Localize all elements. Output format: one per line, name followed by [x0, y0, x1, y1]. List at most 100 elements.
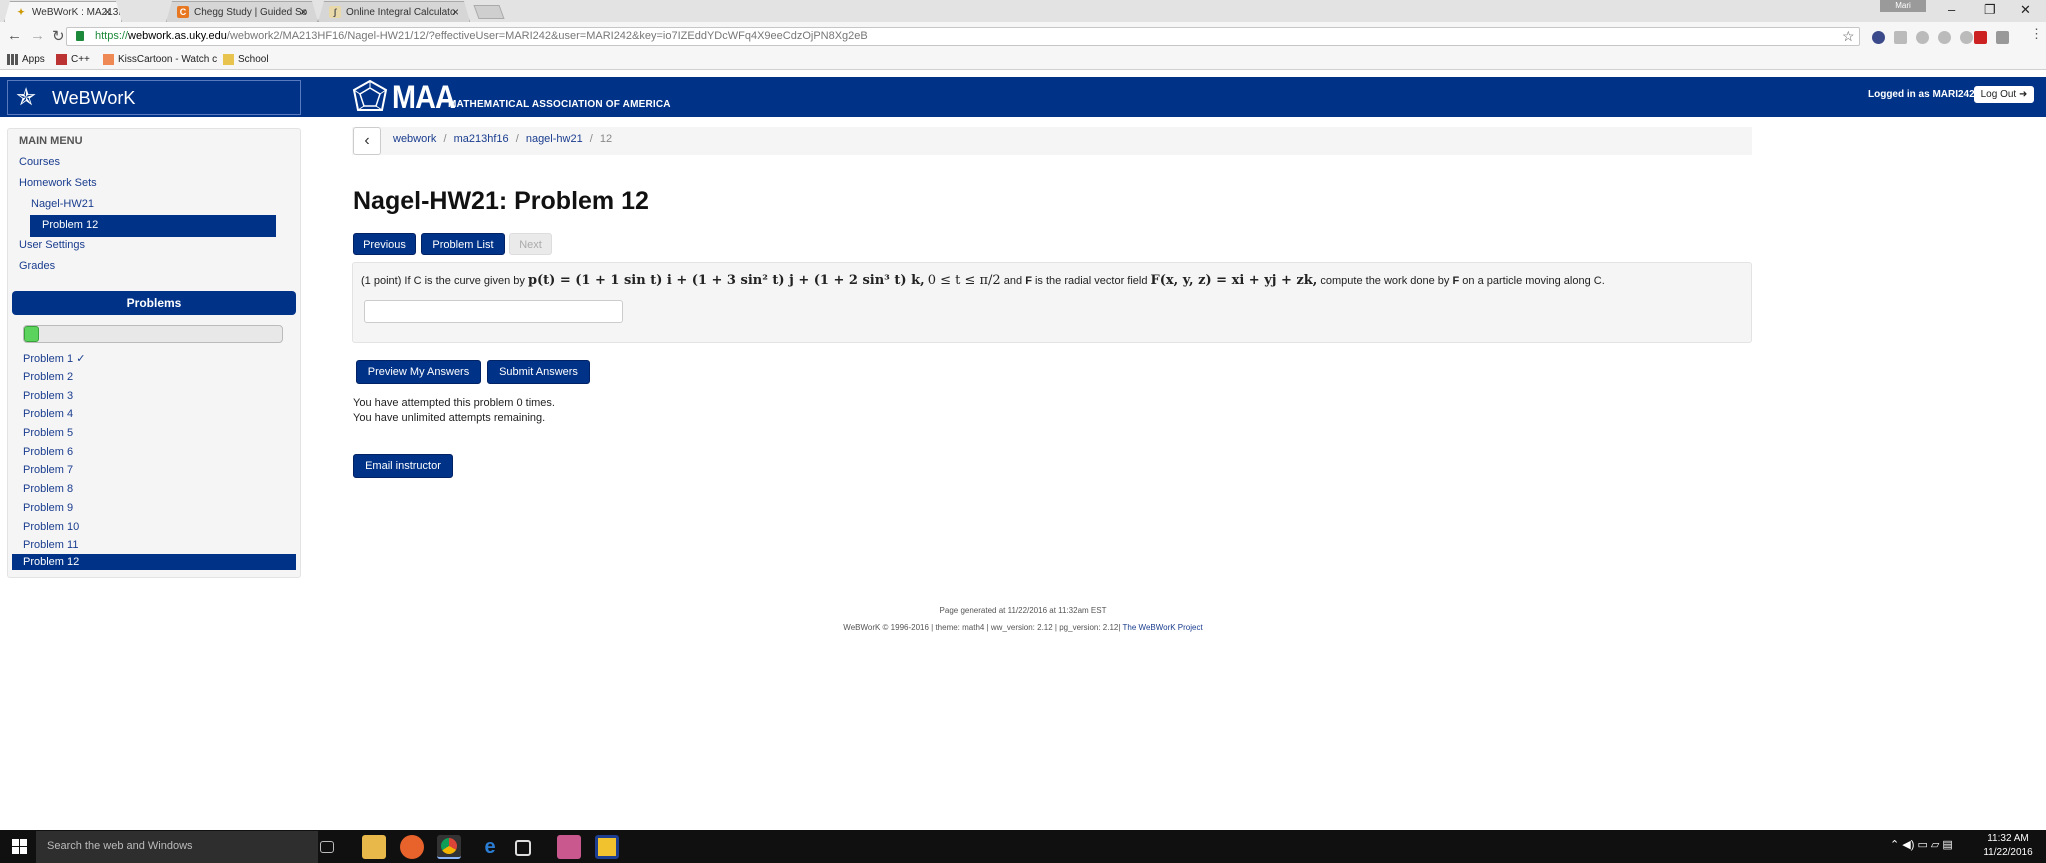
folder-icon: [223, 54, 234, 65]
extension-icon[interactable]: [1960, 31, 1973, 44]
problems-panel-title: Problems: [12, 291, 296, 315]
edge-icon[interactable]: e: [478, 835, 502, 859]
logged-in-label: Logged in as MARI242.: [1868, 89, 1978, 100]
sidebar-link-grades[interactable]: Grades: [19, 260, 55, 272]
breadcrumb-set[interactable]: nagel-hw21: [526, 133, 583, 145]
file-explorer-icon[interactable]: [362, 835, 386, 859]
parameter-range: 0 ≤ t ≤ π/2: [927, 273, 1001, 288]
extension-icon[interactable]: [1894, 31, 1907, 44]
problem-link-9[interactable]: Problem 9: [23, 502, 73, 514]
maa-icosahedron-icon: [352, 80, 388, 111]
problem-link-5[interactable]: Problem 5: [23, 427, 73, 439]
forward-arrow-icon[interactable]: →: [30, 27, 45, 44]
paint-app-icon[interactable]: [557, 835, 581, 859]
preview-answers-button[interactable]: Preview My Answers: [356, 360, 481, 384]
extension-block-icon[interactable]: [1872, 31, 1885, 44]
chegg-favicon-icon: C: [177, 6, 189, 18]
sidebar-link-current-problem[interactable]: Problem 12: [30, 215, 276, 237]
problem-link-10[interactable]: Problem 10: [23, 521, 79, 533]
new-tab-button[interactable]: [473, 5, 505, 19]
problem-link-1[interactable]: Problem 1 ✓: [23, 352, 85, 365]
problem-link-4[interactable]: Problem 4: [23, 408, 73, 420]
chrome-menu-icon[interactable]: ⋮: [2030, 26, 2043, 42]
problem-link-7[interactable]: Problem 7: [23, 464, 73, 476]
reload-icon[interactable]: ↻: [52, 27, 65, 45]
email-instructor-button[interactable]: Email instructor: [353, 454, 453, 478]
previous-button[interactable]: Previous: [353, 233, 416, 255]
sidebar-link-courses[interactable]: Courses: [19, 156, 60, 168]
browser-tab-chegg[interactable]: C Chegg Study | Guided So ×: [166, 1, 318, 22]
webwork-brand[interactable]: ✯ WeBWorK: [7, 80, 301, 115]
restore-icon[interactable]: ❐: [1984, 2, 1996, 18]
system-tray-icons[interactable]: ⌃ ◀) ▭ ▱ ▤: [1890, 838, 1953, 851]
webwork-project-link[interactable]: The WeBWorK Project: [1123, 623, 1203, 632]
url-host: webwork.as.uky.edu: [128, 30, 227, 42]
bookmark-kisscartoon[interactable]: KissCartoon - Watch c: [103, 54, 217, 65]
browser-tab-webwork[interactable]: ✦ WeBWorK : MA213HF16 ×: [4, 1, 122, 22]
apps-grid-icon: [7, 54, 18, 65]
problem-link-11[interactable]: Problem 11: [23, 539, 78, 551]
minimize-icon[interactable]: –: [1948, 2, 1955, 17]
store-icon[interactable]: [515, 840, 531, 856]
breadcrumb-course[interactable]: ma213hf16: [454, 133, 509, 145]
webwork-favicon-icon: ✦: [17, 7, 25, 17]
problem-link-2[interactable]: Problem 2: [23, 371, 73, 383]
breadcrumb-webwork[interactable]: webwork: [393, 133, 436, 145]
attempts-remaining-text: You have unlimited attempts remaining.: [353, 412, 546, 424]
sidebar-link-homework-sets[interactable]: Homework Sets: [19, 177, 97, 189]
tab-close-icon[interactable]: ×: [452, 5, 459, 19]
logout-arrow-icon: ➜: [2018, 89, 2028, 100]
webwork-star-logo-icon: ✯: [16, 84, 37, 111]
breadcrumb-separator: /: [589, 133, 593, 145]
bookmarks-bar: Apps C++ KissCartoon - Watch c School: [0, 50, 2046, 70]
problem-link-3[interactable]: Problem 3: [23, 390, 73, 402]
chrome-icon[interactable]: [437, 835, 461, 859]
problem-link-12-active[interactable]: Problem 12: [12, 554, 296, 570]
problem-link-6[interactable]: Problem 6: [23, 446, 73, 458]
answer-input[interactable]: [364, 300, 623, 323]
cast-icon[interactable]: [1996, 31, 2009, 44]
sidebar: MAIN MENU Courses Homework Sets Nagel-HW…: [7, 128, 301, 578]
address-bar[interactable]: https://webwork.as.uky.edu/webwork2/MA21…: [66, 27, 1860, 46]
curve-equation: p(t) = (1 + 1 sin t) i + (1 + 3 sin² t) …: [527, 273, 925, 288]
breadcrumb-trail: webwork / ma213hf16 / nagel-hw21 / 12: [393, 133, 612, 145]
sidebar-link-set[interactable]: Nagel-HW21: [31, 198, 94, 210]
bookmark-school[interactable]: School: [223, 54, 269, 65]
maa-full-name: MATHEMATICAL ASSOCIATION OF AMERICA: [448, 99, 671, 110]
url-scheme: https://: [95, 30, 129, 42]
tab-close-icon[interactable]: ×: [104, 5, 111, 19]
firefox-icon[interactable]: [400, 835, 424, 859]
bookmark-star-icon[interactable]: ☆: [1842, 28, 1855, 45]
clock-date: 11/22/2016: [1983, 847, 2033, 858]
submit-answers-button[interactable]: Submit Answers: [487, 360, 590, 384]
task-view-icon[interactable]: [320, 841, 334, 853]
taskbar-clock[interactable]: 11:32 AM 11/22/2016: [1978, 832, 2038, 860]
close-window-icon[interactable]: ✕: [2020, 2, 2031, 18]
profile-chip[interactable]: Mari: [1880, 0, 1926, 12]
logout-button[interactable]: Log Out ➜: [1974, 86, 2034, 103]
problem-link-8[interactable]: Problem 8: [23, 483, 73, 495]
next-button-disabled: Next: [509, 233, 552, 255]
lock-icon: [76, 31, 84, 41]
browser-tab-integral-calculator[interactable]: ∫ Online Integral Calculato ×: [318, 1, 470, 22]
windows-start-icon[interactable]: [12, 839, 27, 854]
back-chevron-button[interactable]: ‹: [353, 127, 381, 155]
set-progress-bar: [23, 325, 283, 343]
tab-close-icon[interactable]: ×: [300, 5, 307, 19]
maa-acronym: MAA: [392, 79, 456, 115]
bookmark-cpp[interactable]: C++: [56, 54, 90, 65]
extension-icon[interactable]: [1916, 31, 1929, 44]
sidebar-link-user-settings[interactable]: User Settings: [19, 239, 85, 251]
tab-title: Chegg Study | Guided So: [194, 7, 308, 18]
pinned-app-icon[interactable]: [595, 835, 619, 859]
progress-fill: [24, 326, 40, 342]
bookmark-apps[interactable]: Apps: [7, 54, 45, 65]
vector-field-equation: F(x, y, z) = xi + yj + zk,: [1150, 273, 1318, 288]
breadcrumb-separator: /: [515, 133, 519, 145]
extension-icon[interactable]: [1938, 31, 1951, 44]
extension-red-icon[interactable]: [1974, 31, 1987, 44]
back-arrow-icon[interactable]: ←: [7, 27, 22, 44]
site-header: [0, 77, 2046, 117]
taskbar-search-box[interactable]: Search the web and Windows: [36, 831, 318, 863]
problem-list-button[interactable]: Problem List: [421, 233, 505, 255]
